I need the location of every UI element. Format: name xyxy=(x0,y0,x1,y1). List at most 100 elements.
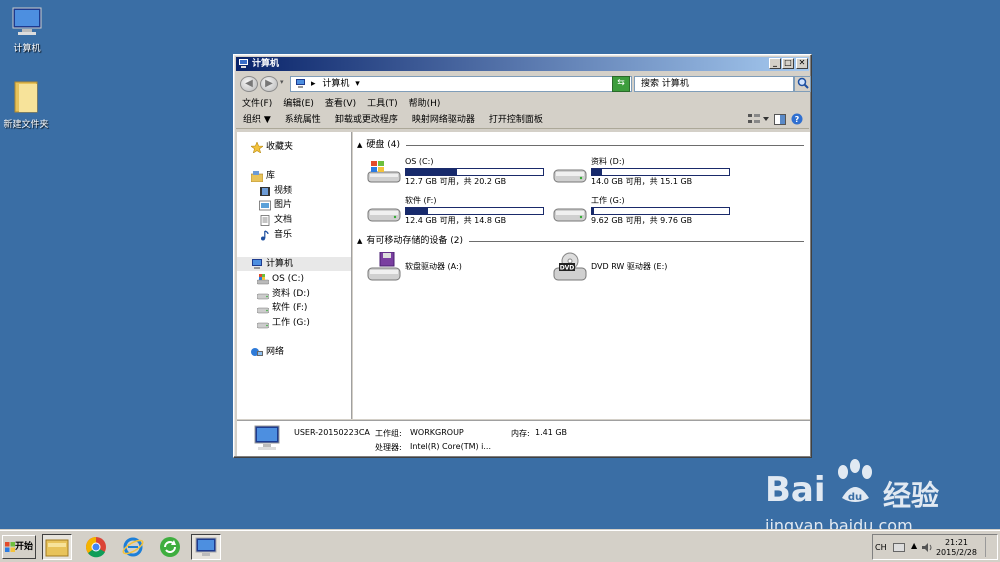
chrome-icon xyxy=(86,537,106,558)
sidebar-item-drive-f[interactable]: 软件 (F:) xyxy=(257,301,351,315)
folder-icon xyxy=(45,539,69,557)
network-icon xyxy=(251,347,263,356)
desktop-icon-new-folder[interactable]: 新建文件夹 xyxy=(0,80,56,130)
search-button[interactable] xyxy=(794,76,811,92)
language-indicator[interactable]: CH xyxy=(875,543,887,552)
collapse-arrow-icon[interactable]: ▲ xyxy=(357,235,362,247)
device-item[interactable]: DVD DVD RW 驱动器 (E:) xyxy=(553,252,753,282)
drive-item[interactable]: 软件 (F:) 12.4 GB 可用，共 14.8 GB xyxy=(367,196,552,226)
sidebar-item-network[interactable]: 网络 xyxy=(251,345,351,359)
clock[interactable]: 21:21 2015/2/28 xyxy=(936,538,977,558)
document-icon xyxy=(260,214,270,226)
sidebar-item-computer[interactable]: 计算机 xyxy=(237,257,351,271)
sidebar-label: 图片 xyxy=(274,200,293,210)
organize-button[interactable]: 组织 ▼ xyxy=(236,111,278,129)
cpu-label: 处理器: xyxy=(375,443,402,452)
window-titlebar[interactable]: 计算机 _ □ ✕ xyxy=(236,57,809,71)
close-button[interactable]: ✕ xyxy=(796,58,808,69)
maximize-button[interactable]: □ xyxy=(782,58,794,69)
drive-usage-bar xyxy=(591,168,730,176)
drive-space-info: 12.7 GB 可用，共 20.2 GB xyxy=(405,177,507,186)
sidebar-item-documents[interactable]: 文档 xyxy=(259,213,351,227)
windows-drive-icon xyxy=(367,161,401,183)
windows-drive-icon xyxy=(257,273,269,284)
drive-space-info: 12.4 GB 可用，共 14.8 GB xyxy=(405,216,507,225)
recent-pages-dropdown[interactable]: ▾ xyxy=(280,78,284,86)
system-properties-button[interactable]: 系统属性 xyxy=(278,111,328,129)
svg-text:?: ? xyxy=(795,115,800,124)
taskbar-ie-button[interactable] xyxy=(118,534,148,560)
drive-item[interactable]: 资料 (D:) 14.0 GB 可用，共 15.1 GB xyxy=(553,157,738,187)
picture-icon xyxy=(259,200,271,210)
system-tray: CH ▲ 21:21 2015/2/28 xyxy=(872,534,998,560)
preview-pane-icon[interactable] xyxy=(774,113,786,125)
sidebar-item-drive-g[interactable]: 工作 (G:) xyxy=(257,316,351,330)
workgroup-label: 工作组: xyxy=(375,429,402,438)
device-name: 软盘驱动器 (A:) xyxy=(405,262,462,271)
sidebar-item-libraries[interactable]: 库 xyxy=(251,169,351,183)
taskbar: 开始 CH ▲ 21:21 2015/2/28 xyxy=(0,530,1000,562)
desktop-icon-computer[interactable]: 计算机 xyxy=(0,6,57,54)
sidebar-label: 收藏夹 xyxy=(266,142,294,152)
keyboard-icon[interactable] xyxy=(893,543,905,552)
drive-space-info: 9.62 GB 可用，共 9.76 GB xyxy=(591,216,693,225)
collapse-arrow-icon[interactable]: ▲ xyxy=(357,139,362,151)
sidebar-label: 资料 (D:) xyxy=(272,289,310,299)
hard-drive-icon xyxy=(367,208,401,222)
uninstall-program-button[interactable]: 卸载或更改程序 xyxy=(328,111,405,129)
menu-file[interactable]: 文件(F) xyxy=(236,97,277,111)
sidebar-item-favorites[interactable]: 收藏夹 xyxy=(251,140,351,154)
sidebar-item-drive-d[interactable]: 资料 (D:) xyxy=(257,287,351,301)
address-separator: ▸ xyxy=(311,79,316,89)
video-icon xyxy=(260,186,270,196)
group-header-removable[interactable]: ▲ 有可移动存储的设备 (2) xyxy=(357,235,804,247)
speaker-icon[interactable] xyxy=(921,542,933,553)
green-refresh-icon xyxy=(160,537,180,557)
group-title: 有可移动存储的设备 (2) xyxy=(366,236,464,246)
open-control-panel-button[interactable]: 打开控制面板 xyxy=(482,111,550,129)
menu-view[interactable]: 查看(V) xyxy=(319,97,361,111)
hard-drive-icon xyxy=(553,169,587,183)
show-desktop-button[interactable] xyxy=(985,537,995,557)
hard-drive-icon xyxy=(257,322,269,328)
windows-flag-icon xyxy=(5,542,15,552)
show-hidden-icons[interactable]: ▲ xyxy=(911,541,917,550)
navigation-bar: ◀ ▶ ▾ ▸ 计算机 ▾ ▼ ⇆ 搜索 计算机 xyxy=(236,73,811,95)
desktop-icon-label: 计算机 xyxy=(13,44,41,54)
drive-name: 工作 (G:) xyxy=(591,196,625,205)
minimize-button[interactable]: _ xyxy=(769,58,781,69)
menu-edit[interactable]: 编辑(E) xyxy=(277,97,319,111)
group-header-hard-disks[interactable]: ▲ 硬盘 (4) xyxy=(357,139,804,151)
taskbar-chrome-button[interactable] xyxy=(81,534,111,560)
search-input[interactable]: 搜索 计算机 xyxy=(634,76,794,92)
view-options-icon[interactable] xyxy=(747,113,769,125)
menu-help[interactable]: 帮助(H) xyxy=(403,97,446,111)
menu-tools[interactable]: 工具(T) xyxy=(361,97,403,111)
taskbar-explorer-button[interactable] xyxy=(42,534,72,560)
map-network-drive-button[interactable]: 映射网络驱动器 xyxy=(405,111,482,129)
clock-date: 2015/2/28 xyxy=(935,548,977,557)
refresh-button[interactable]: ⇆ xyxy=(612,76,630,92)
sidebar-item-videos[interactable]: 视频 xyxy=(259,184,351,198)
taskbar-computer-button[interactable] xyxy=(191,534,221,560)
sidebar-label: 工作 (G:) xyxy=(272,318,310,328)
drive-item[interactable]: OS (C:) 12.7 GB 可用，共 20.2 GB xyxy=(367,157,552,187)
drive-usage-bar xyxy=(591,207,730,215)
drive-usage-fill xyxy=(406,169,457,175)
drive-name: 资料 (D:) xyxy=(591,157,625,166)
hard-drive-icon xyxy=(257,307,269,313)
start-button[interactable]: 开始 xyxy=(2,535,36,559)
sidebar-item-pictures[interactable]: 图片 xyxy=(259,198,351,212)
taskbar-refresh-app-button[interactable] xyxy=(155,534,185,560)
sidebar-item-music[interactable]: 音乐 xyxy=(259,228,351,242)
address-bar[interactable]: ▸ 计算机 ▾ ▼ xyxy=(290,76,632,92)
drive-item[interactable]: 工作 (G:) 9.62 GB 可用，共 9.76 GB xyxy=(553,196,738,226)
device-item[interactable]: 软盘驱动器 (A:) xyxy=(367,252,567,282)
help-icon[interactable]: ? xyxy=(791,113,803,125)
drive-usage-bar xyxy=(405,168,544,176)
forward-button[interactable]: ▶ xyxy=(260,76,278,92)
sidebar-item-drive-c[interactable]: OS (C:) xyxy=(257,272,351,286)
address-crumb-arrow[interactable]: ▾ xyxy=(355,79,360,89)
back-button[interactable]: ◀ xyxy=(240,76,258,92)
sidebar-label: 音乐 xyxy=(274,230,293,240)
